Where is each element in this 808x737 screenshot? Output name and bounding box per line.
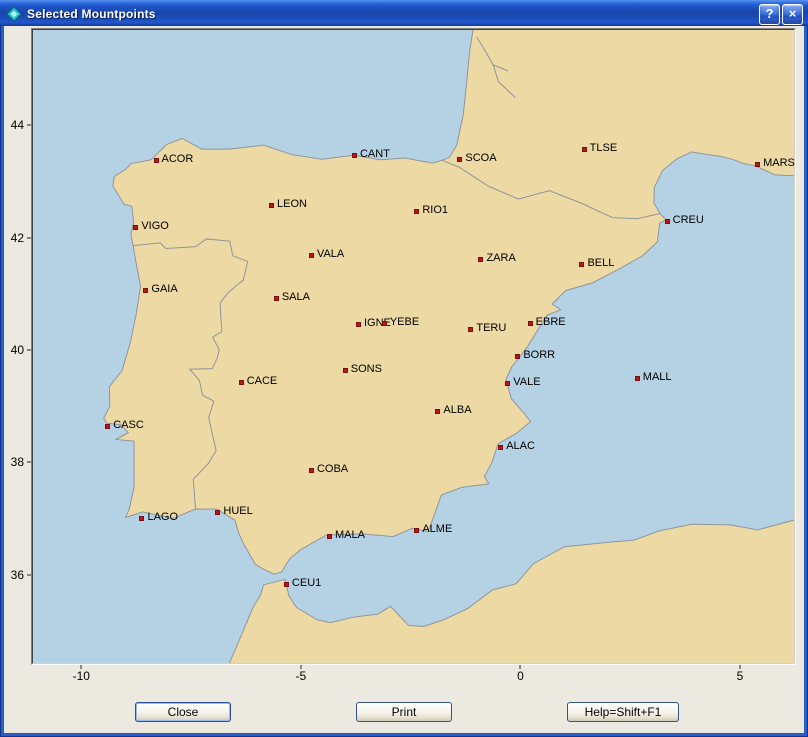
titlebar-close-button[interactable]: × bbox=[782, 4, 803, 25]
station-marker-icon bbox=[414, 528, 419, 533]
dialog-body: 44 42 40 38 36 -10 -5 0 5 ACOR CANT SCOA TLSE MARS LE… bbox=[4, 26, 804, 733]
print-button[interactable]: Print bbox=[356, 702, 452, 722]
station-label: COBA bbox=[317, 462, 348, 477]
station-label: LEON bbox=[277, 197, 307, 212]
station-label: MALL bbox=[643, 370, 672, 385]
y-axis-tick-label: 40 bbox=[11, 344, 24, 356]
station-marker-icon bbox=[515, 354, 520, 359]
station-marker-icon bbox=[435, 409, 440, 414]
dialog-window: Selected Mountpoints ? × 44 42 40 38 36 -10 -5… bbox=[0, 0, 808, 737]
station-marker-icon bbox=[269, 203, 274, 208]
y-axis-tick-mark bbox=[27, 350, 31, 351]
x-axis-tick-mark bbox=[300, 665, 301, 669]
x-axis-tick-label: -5 bbox=[296, 670, 307, 682]
station-marker-icon bbox=[582, 147, 587, 152]
station-label: HUEL bbox=[223, 504, 252, 519]
y-axis-tick-label: 38 bbox=[11, 456, 24, 468]
y-axis-tick-mark bbox=[27, 574, 31, 575]
station-marker-icon bbox=[468, 327, 473, 332]
station-marker-icon bbox=[274, 296, 279, 301]
station-marker-icon bbox=[356, 322, 361, 327]
y-axis-tick-mark bbox=[27, 237, 31, 238]
station-label: VALA bbox=[317, 247, 344, 262]
y-axis-tick-label: 42 bbox=[11, 232, 24, 244]
station-marker-icon bbox=[414, 209, 419, 214]
station-marker-icon bbox=[635, 376, 640, 381]
station-label: CREU bbox=[673, 213, 704, 228]
station-marker-icon bbox=[143, 288, 148, 293]
station-label: CACE bbox=[247, 374, 278, 389]
station-label: CASC bbox=[113, 418, 144, 433]
station-marker-icon bbox=[343, 368, 348, 373]
station-label: SALA bbox=[282, 290, 310, 305]
station-marker-icon bbox=[215, 510, 220, 515]
station-label: BELL bbox=[587, 256, 614, 271]
x-axis-tick-mark bbox=[520, 665, 521, 669]
app-icon[interactable] bbox=[6, 6, 22, 22]
station-marker-icon bbox=[755, 162, 760, 167]
close-button[interactable]: Close bbox=[135, 702, 231, 722]
station-label: RIO1 bbox=[422, 203, 448, 218]
x-axis-tick-label: 5 bbox=[737, 670, 744, 682]
station-label: SONS bbox=[351, 362, 382, 377]
station-label: CANT bbox=[360, 147, 390, 162]
station-marker-icon bbox=[528, 321, 533, 326]
station-label: BORR bbox=[523, 348, 555, 363]
station-label: ALAC bbox=[506, 439, 535, 454]
x-axis-tick-mark bbox=[81, 665, 82, 669]
station-label: TLSE bbox=[590, 141, 618, 156]
y-axis-tick-mark bbox=[27, 462, 31, 463]
station-label: VALE bbox=[513, 375, 540, 390]
station-marker-icon bbox=[139, 516, 144, 521]
station-marker-icon bbox=[457, 157, 462, 162]
y-axis-tick-label: 36 bbox=[11, 569, 24, 581]
station-marker-icon bbox=[105, 424, 110, 429]
map-area: 4442403836-10-505 ACORCANTSCOATLSEMARSLE… bbox=[33, 30, 794, 663]
stations-layer: ACOR CANT SCOA TLSE MARS LEON RIO1 CREU VIGO VALA… bbox=[33, 30, 794, 663]
station-marker-icon bbox=[154, 158, 159, 163]
y-axis-tick-mark bbox=[27, 125, 31, 126]
station-marker-icon bbox=[352, 153, 357, 158]
x-axis-tick-mark bbox=[739, 665, 740, 669]
station-marker-icon bbox=[665, 219, 670, 224]
station-label: SCOA bbox=[465, 151, 496, 166]
station-label: GAIA bbox=[151, 282, 177, 297]
station-label: ALME bbox=[422, 522, 452, 537]
station-label: EBRE bbox=[536, 315, 566, 330]
window-title: Selected Mountpoints bbox=[27, 7, 757, 21]
station-label: ALBA bbox=[443, 403, 471, 418]
station-marker-icon bbox=[309, 253, 314, 258]
titlebar-help-button[interactable]: ? bbox=[759, 4, 780, 25]
titlebar[interactable]: Selected Mountpoints ? × bbox=[0, 0, 808, 26]
map-plot-inner: 4442403836-10-505 ACORCANTSCOATLSEMARSLE… bbox=[32, 29, 795, 664]
station-marker-icon bbox=[239, 380, 244, 385]
station-label: LAGO bbox=[147, 510, 178, 525]
station-label: VIGO bbox=[141, 219, 169, 234]
station-marker-icon bbox=[309, 468, 314, 473]
station-label: ZARA bbox=[486, 251, 515, 266]
station-label: ACOR bbox=[162, 152, 194, 167]
station-label: CEU1 bbox=[292, 576, 321, 591]
station-marker-icon bbox=[327, 534, 332, 539]
x-axis-tick-label: 0 bbox=[517, 670, 524, 682]
station-marker-icon bbox=[579, 262, 584, 267]
map-plot: 4442403836-10-505 ACORCANTSCOATLSEMARSLE… bbox=[31, 28, 796, 665]
station-marker-icon bbox=[478, 257, 483, 262]
station-label: MALA bbox=[335, 528, 365, 543]
station-marker-icon bbox=[133, 225, 138, 230]
station-marker-icon bbox=[382, 321, 387, 326]
y-axis-tick-label: 44 bbox=[11, 119, 24, 131]
station-marker-icon bbox=[498, 445, 503, 450]
station-label: MARS bbox=[763, 156, 795, 171]
help-shortcut-button[interactable]: Help=Shift+F1 bbox=[567, 702, 679, 722]
station-marker-icon bbox=[505, 381, 510, 386]
station-label: YEBE bbox=[390, 315, 419, 330]
x-axis-tick-label: -10 bbox=[73, 670, 90, 682]
station-label: TERU bbox=[476, 321, 506, 336]
station-marker-icon bbox=[284, 582, 289, 587]
